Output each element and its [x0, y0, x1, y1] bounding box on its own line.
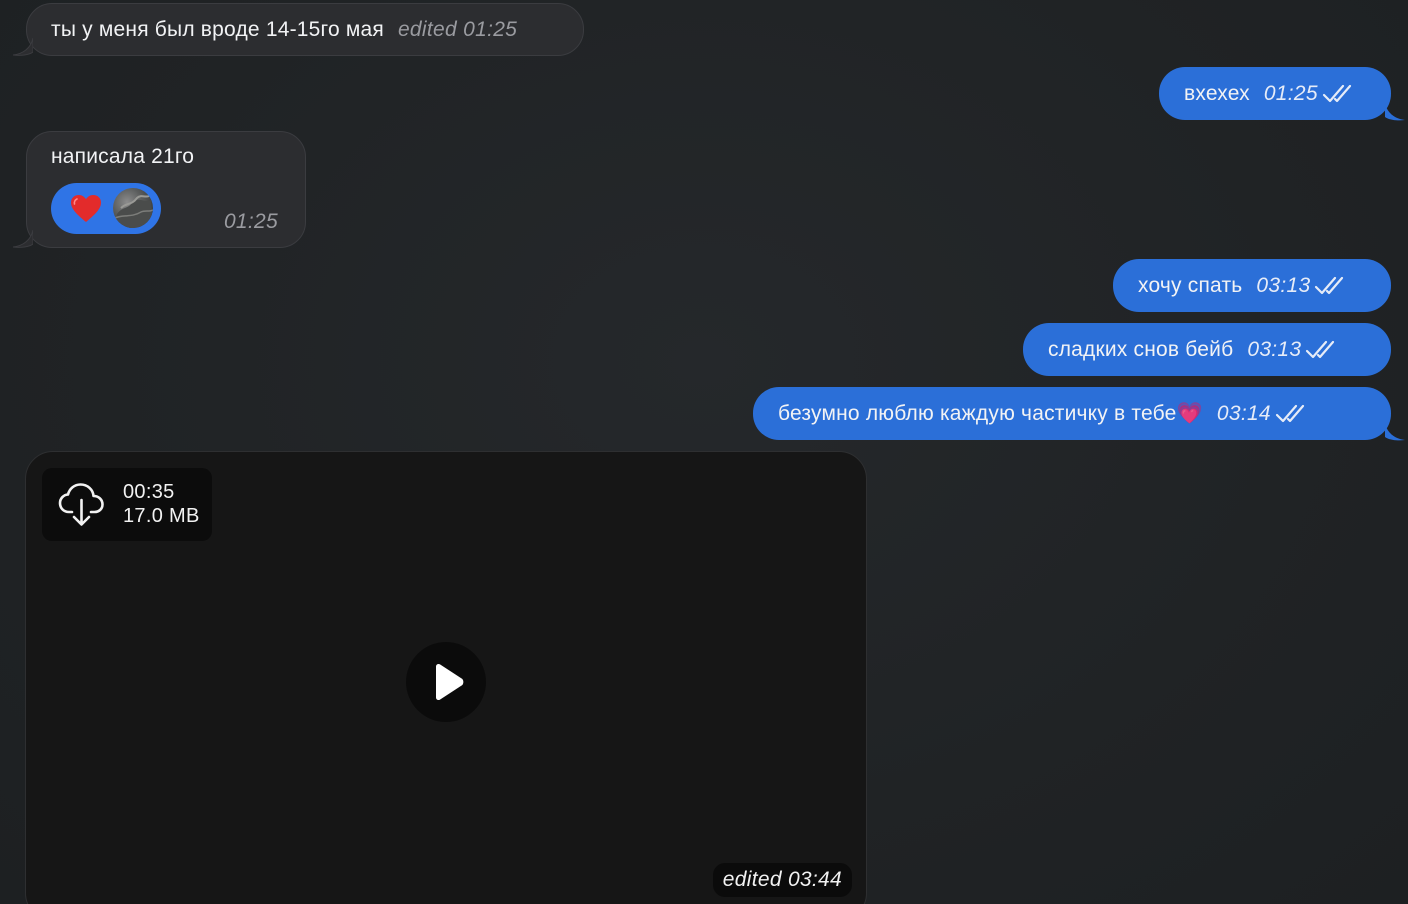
- message-time: 03:13: [1256, 273, 1311, 297]
- outgoing-message-bubble[interactable]: сладких снов бейб 03:13: [1023, 323, 1391, 376]
- message-time: 03:13: [1247, 337, 1302, 361]
- cloud-download-icon[interactable]: [58, 482, 106, 528]
- double-check-icon: [1322, 84, 1351, 102]
- incoming-message-bubble[interactable]: ты у меня был вроде 14-15го мая edited 0…: [13, 3, 584, 56]
- message-text: вхехех: [1184, 81, 1250, 105]
- reaction-chip[interactable]: [51, 183, 161, 234]
- play-icon: [436, 663, 464, 701]
- outgoing-message-bubble[interactable]: вхехех 01:25: [1159, 67, 1405, 121]
- message-text: ты у меня был вроде 14-15го мая: [51, 17, 384, 41]
- bubble-tail: [13, 38, 33, 56]
- video-message[interactable]: 00:35 17.0 MB edited 03:44: [25, 451, 867, 904]
- video-download-info[interactable]: 00:35 17.0 MB: [42, 468, 212, 541]
- heart-icon: [71, 195, 101, 222]
- outgoing-message-bubble[interactable]: хочу спать 03:13: [1113, 259, 1391, 312]
- double-check-icon: [1306, 340, 1335, 358]
- message-time: 01:25: [223, 210, 278, 233]
- double-check-icon: [1275, 404, 1305, 422]
- double-check-icon: [1315, 276, 1344, 294]
- video-size: 17.0 MB: [123, 505, 200, 527]
- bubble-tail: [13, 230, 33, 248]
- video-edited-time: edited 03:44: [712, 863, 852, 897]
- message-text: безумно люблю каждую частичку в тебе💗: [778, 401, 1203, 425]
- message-text: сладких снов бейб: [1048, 337, 1234, 361]
- message-time: 03:14: [1216, 401, 1271, 425]
- outgoing-message-bubble[interactable]: безумно люблю каждую частичку в тебе💗 03…: [753, 387, 1405, 441]
- message-text: написала 21го: [51, 145, 195, 168]
- play-button[interactable]: [406, 642, 486, 722]
- video-duration: 00:35: [123, 481, 175, 503]
- message-time: 01:25: [1263, 81, 1318, 105]
- chat-history[interactable]: ты у меня был вроде 14-15го мая edited 0…: [0, 0, 1408, 904]
- message-text: хочу спать: [1138, 273, 1243, 297]
- incoming-message-bubble[interactable]: написала 21го 01:25: [13, 131, 306, 248]
- reactor-avatar: [113, 188, 153, 228]
- bubble-tail: [1385, 103, 1405, 121]
- bubble-tail: [1385, 423, 1405, 441]
- message-edited-time: edited 01:25: [397, 17, 518, 41]
